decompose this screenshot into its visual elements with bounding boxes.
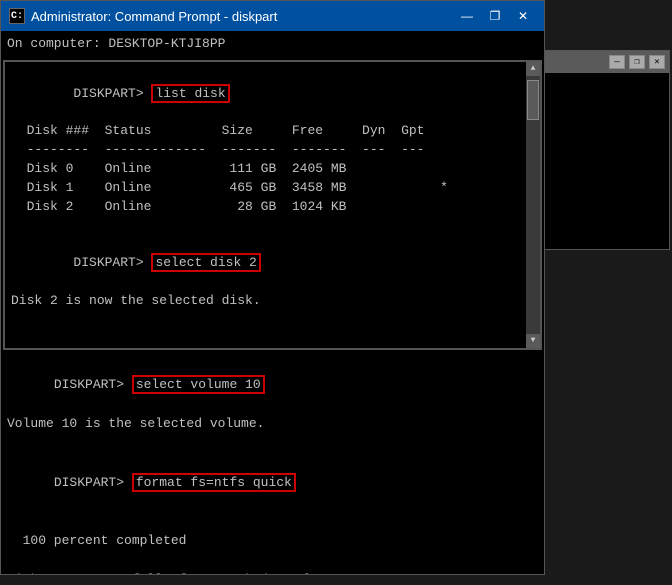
cmd5-prompt: DISKPART> [54,475,132,490]
cmd2-highlight: select disk 2 [151,253,260,272]
cmd5-line: DISKPART> format fs=ntfs quick [7,453,538,512]
cmd5-highlight: format fs=ntfs quick [132,473,296,492]
empty1 [11,217,522,236]
disk0-row: Disk 0 Online 111 GB 2405 MB [11,160,522,179]
cmd1-highlight: list disk [151,84,229,103]
secondary-minimize-button[interactable]: — [609,55,625,69]
cmd3-line: DISKPART> list volume [11,330,522,350]
success-msg: DiskPart successfully formatted the volu… [7,570,538,574]
cmd4-prompt: DISKPART> [54,377,132,392]
computer-line: On computer: DESKTOP-KTJI8PP [7,35,526,54]
disk-header: Disk ### Status Size Free Dyn Gpt [11,122,522,141]
minimize-button[interactable]: — [454,6,480,26]
scrollbar-up-arrow[interactable]: ▲ [526,62,540,76]
scrollbar-down-arrow[interactable]: ▼ [526,334,540,348]
cmd2-prompt: DISKPART> [73,255,151,270]
disk1-row: Disk 1 Online 465 GB 3458 MB * [11,179,522,198]
top-section[interactable]: DISKPART> list disk Disk ### Status Size… [3,60,542,350]
cmd1-prompt: DISKPART> [73,86,151,101]
percent-msg: 100 percent completed [7,531,538,551]
computer-line-area: On computer: DESKTOP-KTJI8PP [1,31,544,58]
scrollbar-thumb[interactable] [527,80,539,120]
empty-b1 [7,434,538,454]
app-icon: C: [9,8,25,24]
secondary-close-button[interactable]: ✕ [649,55,665,69]
cmd4-highlight: select volume 10 [132,375,265,394]
empty-b2 [7,512,538,532]
top-scrollbar[interactable]: ▲ ▼ [526,62,540,348]
titlebar-controls: — ❐ ✕ [454,6,536,26]
close-button[interactable]: ✕ [510,6,536,26]
disk2-msg: Disk 2 is now the selected disk. [11,292,522,311]
secondary-restore-button[interactable]: ❐ [629,55,645,69]
titlebar: C: Administrator: Command Prompt - diskp… [1,1,544,31]
cmd2-line: DISKPART> select disk 2 [11,235,522,292]
secondary-window: — ❐ ✕ [540,50,670,250]
secondary-titlebar: — ❐ ✕ [541,51,669,73]
restore-button[interactable]: ❐ [482,6,508,26]
empty2 [11,311,522,330]
cmd3-highlight: list volume [151,348,245,350]
disk-separator: -------- ------------- ------- ------- -… [11,141,522,160]
cmd4-line: DISKPART> select volume 10 [7,356,538,415]
cmd1-line: DISKPART> list disk [11,66,522,123]
bottom-section: DISKPART> select volume 10 Volume 10 is … [1,352,544,574]
window-title: Administrator: Command Prompt - diskpart [31,9,454,24]
top-terminal-content: DISKPART> list disk Disk ### Status Size… [5,62,540,350]
vol-selected-msg: Volume 10 is the selected volume. [7,414,538,434]
disk2-row: Disk 2 Online 28 GB 1024 KB [11,198,522,217]
main-window: C: Administrator: Command Prompt - diskp… [0,0,545,575]
empty-b3 [7,551,538,571]
